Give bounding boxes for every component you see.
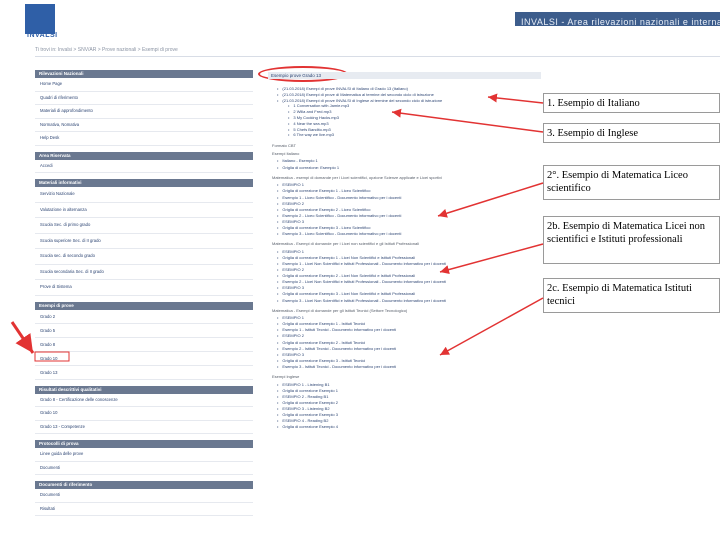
arrow-mat-liceo bbox=[437, 182, 544, 218]
arrow-inglese bbox=[391, 108, 544, 133]
arrow-mat-nonsci bbox=[439, 243, 544, 274]
arrow-mat-tec bbox=[439, 297, 544, 356]
arrow-italiano bbox=[487, 93, 544, 104]
annotation-arrows bbox=[10, 93, 544, 362]
grado13-highlight bbox=[34, 351, 70, 362]
arrow-grado13 bbox=[10, 321, 35, 354]
